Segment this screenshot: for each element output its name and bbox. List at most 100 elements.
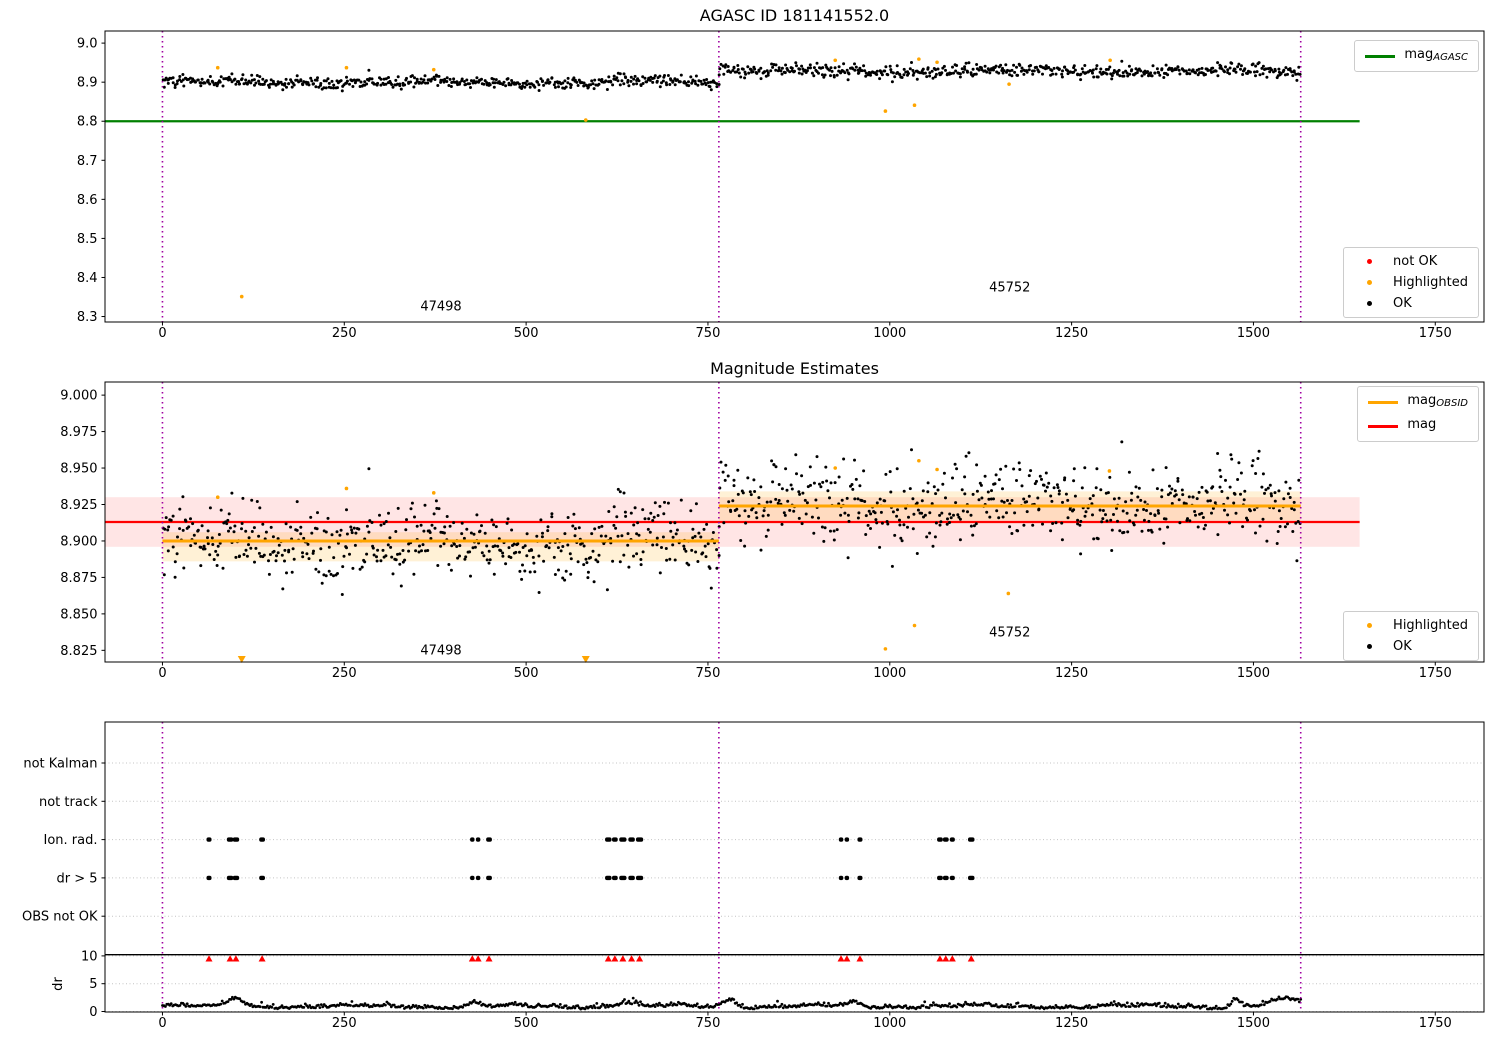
ok-point [200, 77, 204, 81]
flag-event-mark [486, 875, 492, 881]
ok-point [966, 510, 969, 514]
ok-point [203, 81, 207, 85]
ok-point [447, 563, 451, 566]
ok-point [717, 73, 721, 77]
ok-point [1255, 70, 1259, 74]
ok-point [615, 76, 619, 80]
ok-point [394, 78, 398, 82]
ok-point [501, 554, 505, 558]
flag-event-mark [844, 875, 850, 881]
ok-point [988, 515, 992, 519]
flag-event-mark [232, 875, 240, 881]
ok-point [437, 507, 441, 511]
dr-point [184, 1005, 188, 1008]
ok-point [573, 534, 577, 538]
ok-point [196, 78, 200, 82]
ok-point [757, 496, 761, 500]
ok-point [537, 83, 541, 87]
ok-point [590, 79, 594, 83]
ok-point [647, 517, 651, 521]
ok-point [907, 72, 910, 75]
dr-point [1125, 1001, 1129, 1005]
ok-point [314, 567, 318, 571]
ok-point [902, 73, 906, 77]
dr-point [461, 1005, 465, 1009]
ok-point [979, 483, 983, 487]
ok-point [1005, 511, 1008, 515]
ok-point [540, 535, 544, 539]
ok-point [620, 534, 624, 538]
ok-point [835, 528, 839, 532]
ok-point [732, 484, 736, 488]
ok-point [985, 510, 989, 514]
ok-point [1204, 73, 1207, 76]
ok-point [614, 526, 618, 530]
ok-point [370, 77, 374, 81]
ok-point [1256, 457, 1260, 460]
ok-point [460, 521, 464, 525]
ok-point [568, 552, 572, 556]
ok-point [1273, 491, 1277, 495]
ok-point [591, 82, 595, 86]
dr-point [478, 1000, 482, 1004]
ok-point [819, 485, 823, 489]
ok-point [641, 550, 645, 554]
ok-point [689, 75, 693, 79]
flag-event-mark [628, 837, 635, 842]
ok-point [944, 68, 947, 72]
ok-point [396, 506, 400, 510]
ok-point [824, 465, 828, 469]
ok-point [208, 82, 212, 86]
ok-point [1139, 498, 1143, 502]
ok-point [211, 543, 215, 546]
ok-point [284, 77, 288, 81]
ok-point [387, 76, 390, 79]
ok-point [1196, 525, 1200, 529]
ok-point [687, 84, 691, 88]
ok-point [472, 532, 476, 536]
ok-point [1112, 497, 1116, 501]
ok-point [523, 85, 527, 89]
dr-point [1016, 1001, 1020, 1005]
ok-point [708, 85, 712, 89]
ok-point [687, 80, 690, 84]
ok-point [405, 518, 408, 522]
dr-point [1112, 1000, 1116, 1003]
ok-point [505, 521, 509, 525]
dr-point [636, 1001, 639, 1005]
dr-point [994, 1003, 998, 1006]
ok-point [818, 482, 821, 486]
ok-point [566, 76, 570, 80]
ok-point [249, 81, 253, 85]
ok-point [173, 575, 177, 579]
ok-point [908, 67, 912, 71]
ok-point [487, 561, 491, 565]
ok-point [934, 72, 938, 76]
dr-point [1134, 1005, 1138, 1008]
ok-point [797, 490, 801, 494]
ok-point [460, 77, 464, 81]
ok-point [268, 553, 272, 556]
ok-point [1149, 71, 1153, 75]
ok-point [889, 490, 893, 494]
ok-point [354, 531, 358, 535]
ok-point [1265, 539, 1269, 543]
ok-point [244, 529, 248, 533]
ok-point [1178, 521, 1182, 525]
ok-point [1220, 490, 1224, 493]
ok-point [281, 88, 285, 92]
dr-point [1157, 1001, 1161, 1005]
ok-point [804, 512, 808, 516]
dr-point [318, 1006, 322, 1009]
ok-point [832, 538, 836, 542]
dr-point [637, 1003, 641, 1007]
ok-point [214, 549, 218, 553]
ok-point [801, 491, 805, 495]
ok-point [719, 460, 723, 464]
ok-point [736, 68, 740, 71]
ok-point [997, 71, 1001, 75]
ok-point [1211, 66, 1215, 70]
ok-point [166, 549, 170, 553]
ok-point [749, 493, 753, 497]
ok-point [359, 80, 363, 84]
